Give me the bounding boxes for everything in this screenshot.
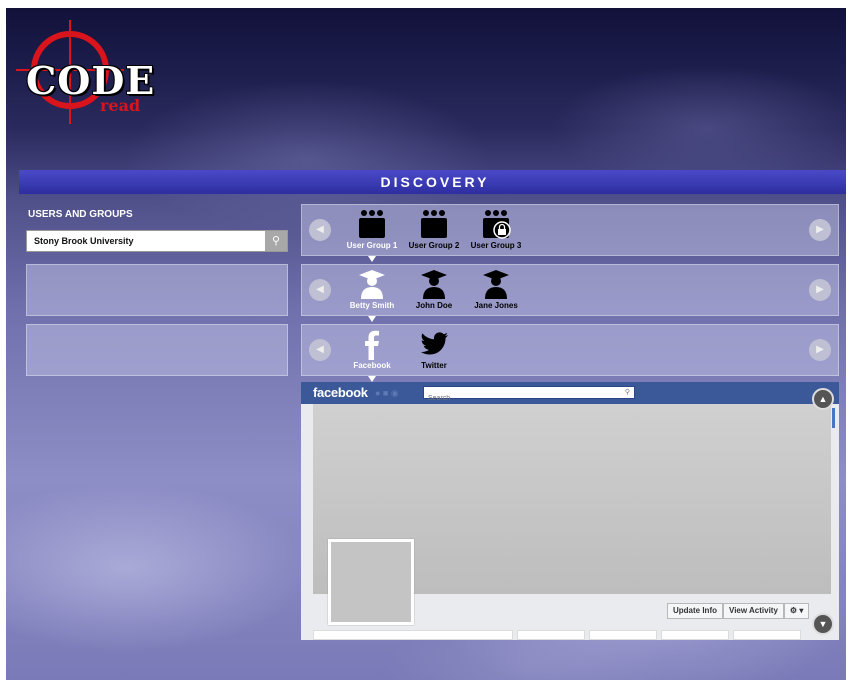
- chevron-left-icon: ◀: [316, 284, 324, 295]
- facebook-search: ⚲: [423, 386, 635, 404]
- chevron-left-icon: ◀: [316, 344, 324, 355]
- network-item-twitter[interactable]: Twitter: [404, 328, 464, 370]
- network-item-facebook[interactable]: Facebook: [342, 328, 402, 382]
- users-icon: [421, 210, 447, 238]
- groups-prev-button[interactable]: ◀: [309, 219, 331, 241]
- users-and-groups-heading: USERS AND GROUPS: [28, 209, 133, 220]
- left-results-panel-2[interactable]: [26, 324, 288, 376]
- users-row: ◀ Betty Smith John Doe Jane Jones ▶: [301, 264, 839, 322]
- user-label: Betty Smith: [349, 301, 395, 310]
- selection-indicator: [368, 256, 376, 262]
- graduate-icon: [483, 270, 509, 299]
- search-field: ⚲: [26, 230, 288, 252]
- search-icon[interactable]: ⚲: [625, 387, 630, 398]
- friends-icon[interactable]: ● ■ ◉: [375, 388, 399, 399]
- group-label: User Group 2: [408, 241, 460, 250]
- page-title: DISCOVERY: [380, 174, 490, 190]
- user-item-2[interactable]: John Doe: [404, 268, 464, 310]
- profile-actions: Update Info View Activity ⚙ ▾: [667, 603, 810, 619]
- chevron-down-icon: ▼: [818, 619, 828, 629]
- network-label: Twitter: [421, 361, 447, 370]
- group-label: User Group 1: [346, 241, 398, 250]
- graduate-icon: [421, 270, 447, 299]
- chevron-right-icon: ▶: [816, 344, 824, 355]
- graduate-icon: [359, 270, 385, 299]
- group-label: User Group 3: [470, 241, 522, 250]
- settings-dropdown-button[interactable]: ⚙ ▾: [783, 603, 810, 619]
- networks-next-button[interactable]: ▶: [809, 339, 831, 361]
- user-label: Jane Jones: [474, 301, 518, 310]
- selection-indicator: [368, 316, 376, 322]
- group-item-3[interactable]: User Group 3: [466, 208, 526, 250]
- group-item-2[interactable]: User Group 2: [404, 208, 464, 250]
- user-item-3[interactable]: Jane Jones: [466, 268, 526, 310]
- scroll-up-button[interactable]: ▲: [812, 388, 834, 410]
- left-results-panel-1[interactable]: [26, 264, 288, 316]
- users-locked-icon: [483, 210, 511, 239]
- info-strip: [589, 630, 657, 640]
- app-window: CODE read DISCOVERY USERS AND GROUPS ⚲ ◀…: [6, 8, 846, 680]
- profile-photo: [328, 539, 414, 625]
- facebook-header: facebook ● ■ ◉ ⚲: [301, 382, 839, 404]
- networks-row: ◀ Facebook Twitter ▶: [301, 324, 839, 382]
- scrollbar[interactable]: [832, 408, 835, 428]
- update-info-button[interactable]: Update Info: [667, 603, 723, 619]
- user-label: John Doe: [415, 301, 453, 310]
- groups-row: ◀ User Group 1 User Group 2 User Group 3…: [301, 204, 839, 262]
- search-input[interactable]: [27, 231, 264, 251]
- info-strip: [661, 630, 729, 640]
- users-icon: [359, 210, 385, 238]
- users-next-button[interactable]: ▶: [809, 279, 831, 301]
- user-item-1[interactable]: Betty Smith: [342, 268, 402, 322]
- facebook-icon: [365, 330, 379, 360]
- group-item-1[interactable]: User Group 1: [342, 208, 402, 262]
- info-strip: [313, 630, 513, 640]
- info-strip: [517, 630, 585, 640]
- chevron-left-icon: ◀: [316, 224, 324, 235]
- facebook-logo: facebook: [313, 385, 368, 400]
- chevron-right-icon: ▶: [816, 284, 824, 295]
- chevron-up-icon: ▲: [818, 394, 828, 404]
- network-label: Facebook: [353, 361, 391, 370]
- facebook-profile-preview: facebook ● ■ ◉ ⚲ Update Info View Activi…: [301, 382, 839, 640]
- code-read-logo: CODE read: [16, 20, 154, 130]
- discovery-title-bar: DISCOVERY: [19, 170, 846, 194]
- networks-prev-button[interactable]: ◀: [309, 339, 331, 361]
- facebook-search-input[interactable]: [424, 393, 618, 404]
- view-activity-button[interactable]: View Activity: [723, 603, 784, 619]
- groups-next-button[interactable]: ▶: [809, 219, 831, 241]
- scroll-down-button[interactable]: ▼: [812, 613, 834, 635]
- chevron-right-icon: ▶: [816, 224, 824, 235]
- twitter-icon: [421, 332, 448, 355]
- info-strip: [733, 630, 801, 640]
- search-button[interactable]: ⚲: [265, 231, 287, 251]
- logo-subword: read: [100, 96, 141, 115]
- users-prev-button[interactable]: ◀: [309, 279, 331, 301]
- search-icon: ⚲: [271, 235, 281, 247]
